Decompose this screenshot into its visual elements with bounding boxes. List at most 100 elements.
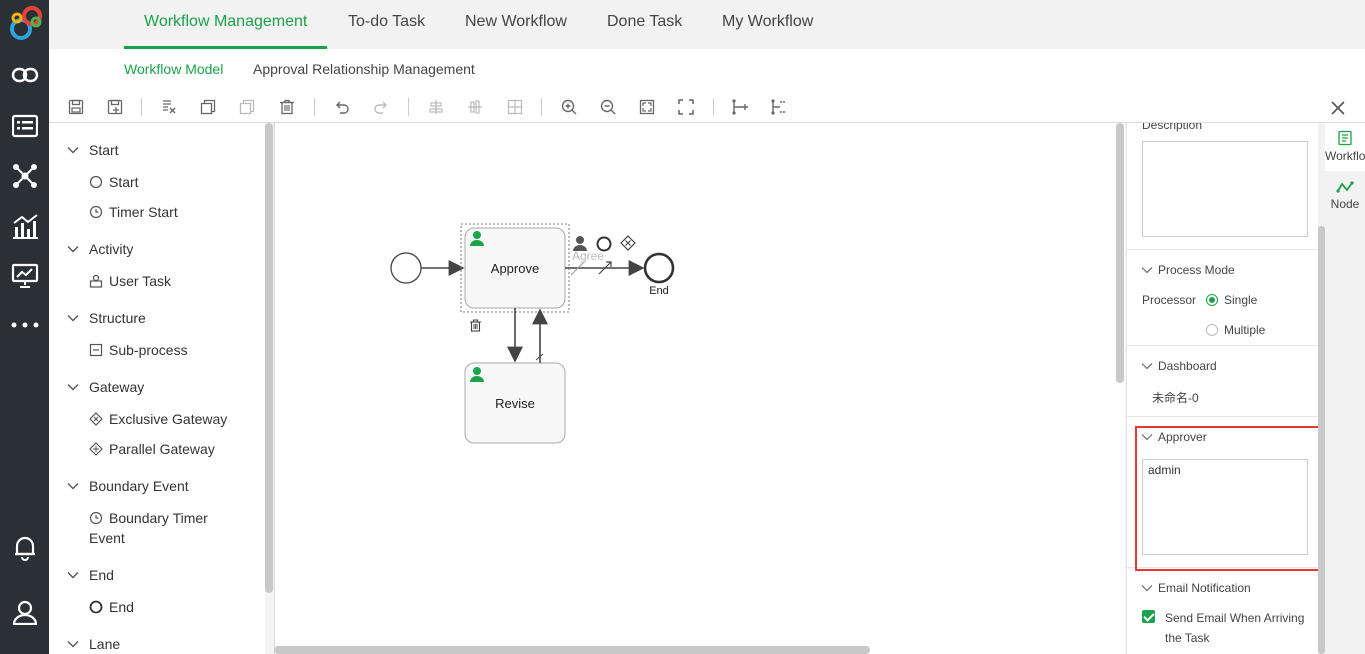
sub-process-icon <box>89 343 103 357</box>
list-icon[interactable] <box>0 106 49 146</box>
end-event-label: End <box>649 285 669 297</box>
close-icon[interactable] <box>1330 100 1346 116</box>
side-tabs: Workflow Node <box>1325 123 1365 654</box>
tab-my-workflow[interactable]: My Workflow <box>722 0 813 49</box>
palette-item-timer-start[interactable]: Timer Start <box>89 204 178 220</box>
parallel-gateway-icon <box>89 442 103 456</box>
exclusive-gateway-icon <box>89 412 103 426</box>
bell-icon[interactable] <box>0 528 49 568</box>
flow-agree-label: Agree <box>572 249 605 263</box>
fit-icon[interactable] <box>637 97 657 117</box>
checkbox-checked-icon <box>1142 610 1155 623</box>
redo-icon[interactable] <box>371 97 391 117</box>
description-field[interactable] <box>1142 141 1308 237</box>
element-palette: Start Start Timer Start Activity User Ta… <box>49 123 265 654</box>
radio-unchecked-icon <box>1206 324 1218 336</box>
email-checkbox-label-line2: the Task <box>1165 631 1210 645</box>
palette-group-activity[interactable]: Activity <box>67 241 133 257</box>
chevron-down-icon <box>67 572 79 579</box>
chevron-down-icon <box>67 147 79 154</box>
chevron-down-icon <box>67 641 79 648</box>
email-checkbox[interactable] <box>1142 610 1155 626</box>
chevron-down-icon <box>1141 585 1153 592</box>
network-icon[interactable] <box>0 156 49 196</box>
end-event[interactable] <box>643 252 675 284</box>
chevron-down-icon <box>1141 363 1153 370</box>
properties-panel: Description Process Mode Processor Singl… <box>1126 123 1318 654</box>
tab-todo-task[interactable]: To-do Task <box>348 0 425 49</box>
radio-checked-icon <box>1206 294 1218 306</box>
task-approve-label: Approve <box>490 261 540 276</box>
palette-group-gateway[interactable]: Gateway <box>67 379 144 395</box>
save-as-icon[interactable] <box>105 97 125 117</box>
add-branch-icon[interactable] <box>730 97 750 117</box>
app-rail <box>0 0 49 654</box>
zoom-out-icon[interactable] <box>598 97 618 117</box>
save-icon[interactable] <box>66 97 86 117</box>
section-dashboard[interactable]: Dashboard <box>1141 359 1217 373</box>
task-revise-label: Revise <box>495 396 535 411</box>
palette-item-exclusive-gateway[interactable]: Exclusive Gateway <box>89 411 227 427</box>
email-checkbox-label: Send Email When Arriving <box>1165 611 1305 625</box>
context-gateway-icon[interactable] <box>620 235 636 251</box>
subtab-approval-relationship[interactable]: Approval Relationship Management <box>253 61 475 77</box>
chart-icon[interactable] <box>0 206 49 246</box>
palette-group-start[interactable]: Start <box>67 142 119 158</box>
chevron-down-icon <box>67 246 79 253</box>
presentation-icon[interactable] <box>0 256 49 296</box>
clock-icon <box>89 511 103 525</box>
processor-multiple-radio[interactable]: Multiple <box>1206 323 1265 337</box>
distribute-icon[interactable] <box>505 97 525 117</box>
sidetab-node[interactable]: Node <box>1325 175 1365 223</box>
editor-toolbar <box>49 89 1365 123</box>
chevron-down-icon <box>67 384 79 391</box>
user-task-icon <box>89 274 103 288</box>
section-email-notification[interactable]: Email Notification <box>1141 581 1251 595</box>
node-icon <box>1336 181 1354 193</box>
sidetab-workflow-label: Workflow <box>1325 149 1365 163</box>
user-icon[interactable] <box>0 592 49 632</box>
subtab-workflow-model[interactable]: Workflow Model <box>124 61 223 77</box>
sidetab-workflow[interactable]: Workflow <box>1325 123 1365 171</box>
canvas-horizontal-scrollbar[interactable] <box>274 646 1116 654</box>
palette-item-user-task[interactable]: User Task <box>89 273 171 289</box>
start-event[interactable] <box>390 252 422 284</box>
top-nav: Workflow Management To-do Task New Workf… <box>49 0 1365 49</box>
zoom-in-icon[interactable] <box>559 97 579 117</box>
canvas-vertical-scrollbar[interactable] <box>1116 123 1124 654</box>
palette-group-end[interactable]: End <box>67 567 114 583</box>
clear-icon[interactable] <box>159 97 179 117</box>
palette-group-boundary-event[interactable]: Boundary Event <box>67 478 189 494</box>
palette-item-end[interactable]: End <box>89 599 134 615</box>
tab-new-workflow[interactable]: New Workflow <box>465 0 567 49</box>
workflow-icon <box>1338 130 1352 146</box>
align-middle-icon[interactable] <box>465 97 485 117</box>
palette-item-start[interactable]: Start <box>89 174 139 190</box>
palette-group-structure[interactable]: Structure <box>67 310 146 326</box>
align-top-icon[interactable] <box>426 97 446 117</box>
undo-icon[interactable] <box>332 97 352 117</box>
diagram-canvas[interactable]: Approve Revise Agree End <box>274 123 1125 654</box>
sub-branch-icon[interactable] <box>769 97 789 117</box>
clock-icon <box>89 205 103 219</box>
palette-item-parallel-gateway[interactable]: Parallel Gateway <box>89 441 215 457</box>
actual-size-icon[interactable] <box>676 97 696 117</box>
delete-icon[interactable] <box>277 97 297 117</box>
link-icon[interactable] <box>0 55 49 95</box>
tab-done-task[interactable]: Done Task <box>607 0 682 49</box>
tab-workflow-management[interactable]: Workflow Management <box>124 0 327 49</box>
copy-icon[interactable] <box>198 97 218 117</box>
more-icon[interactable] <box>0 305 49 345</box>
chevron-down-icon <box>1141 267 1153 274</box>
palette-item-sub-process[interactable]: Sub-process <box>89 342 188 358</box>
palette-scrollbar[interactable] <box>265 123 273 654</box>
properties-scrollbar[interactable] <box>1318 226 1325 654</box>
palette-group-lane[interactable]: Lane <box>67 636 120 652</box>
end-circle-icon <box>89 600 103 614</box>
section-process-mode[interactable]: Process Mode <box>1141 263 1235 277</box>
context-trash-icon[interactable] <box>470 319 481 332</box>
processor-single-radio[interactable]: Single <box>1206 293 1257 307</box>
paste-icon[interactable] <box>237 97 257 117</box>
app-logo-icon[interactable] <box>0 2 49 42</box>
palette-item-boundary-timer[interactable]: Boundary Timer <box>89 510 208 526</box>
